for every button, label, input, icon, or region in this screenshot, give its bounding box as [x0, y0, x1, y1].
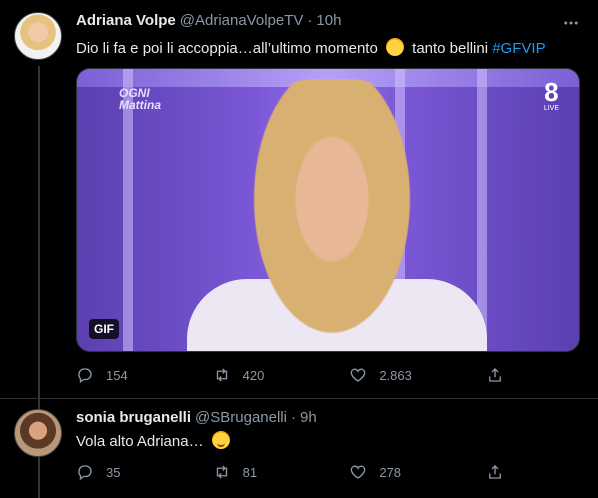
tweet[interactable]: sonia bruganelli @SBruganelli · 9h Vola …: [0, 398, 598, 498]
tweet-gif-media[interactable]: OGNI Mattina 8 LIVE GIF: [76, 68, 580, 352]
separator-dot: ·: [290, 409, 296, 426]
like-count: 2.863: [379, 367, 412, 383]
tweet[interactable]: Adriana Volpe @AdrianaVolpeTV · 10h Dio …: [0, 0, 598, 398]
retweet-icon: [216, 465, 227, 479]
gif-badge: GIF: [89, 319, 119, 339]
media-figure: [227, 79, 437, 351]
like-button[interactable]: 2.863: [349, 366, 469, 384]
tweet-text-part: tanto bellini: [412, 40, 489, 57]
heart-icon: [350, 368, 366, 382]
tweet-time[interactable]: 9h: [300, 409, 317, 426]
tweet-text-part: Vola alto Adriana…: [76, 433, 204, 450]
tweet-text-part: Dio li fa e poi li accoppia…all’ultimo m…: [76, 40, 378, 57]
retweet-count: 81: [242, 464, 258, 480]
reply-count: 35: [106, 464, 121, 480]
share-button[interactable]: [486, 463, 506, 481]
show-logo: OGNI Mattina: [119, 87, 161, 111]
author-handle[interactable]: @SBruganelli: [195, 409, 287, 426]
tweet-actions: 35 81 278: [76, 463, 506, 481]
tweet-time[interactable]: 10h: [316, 12, 341, 29]
retweet-button[interactable]: 81: [213, 463, 333, 481]
share-icon: [489, 368, 501, 382]
show-logo-line: Mattina: [119, 98, 161, 112]
tweet-text: Dio li fa e poi li accoppia…all’ultimo m…: [76, 38, 546, 57]
reply-button[interactable]: 154: [76, 366, 196, 384]
winking-face-emoji-icon: [211, 431, 230, 449]
share-button[interactable]: [486, 366, 506, 384]
like-button[interactable]: 278: [349, 463, 469, 481]
hashtag-link[interactable]: #GFVIP: [492, 40, 545, 57]
reply-count: 154: [106, 367, 128, 383]
reply-button[interactable]: 35: [76, 463, 196, 481]
separator-dot: ·: [307, 12, 313, 29]
author-name[interactable]: Adriana Volpe: [76, 12, 176, 29]
reply-icon: [78, 465, 92, 481]
reply-icon: [78, 368, 92, 384]
more-icon: [564, 21, 578, 25]
channel-logo: 8 LIVE: [544, 79, 559, 113]
tweet-header: Adriana Volpe @AdrianaVolpeTV · 10h: [76, 12, 341, 29]
like-count: 278: [379, 464, 402, 480]
tweet-text: Vola alto Adriana…: [76, 431, 234, 450]
rolling-on-floor-laughing-emoji-icon: [385, 38, 404, 56]
tweet-header: sonia bruganelli @SBruganelli · 9h: [76, 409, 317, 426]
channel-logo-sub: LIVE: [543, 105, 559, 112]
author-name[interactable]: sonia bruganelli: [76, 409, 191, 426]
retweet-count: 420: [242, 367, 265, 383]
retweet-button[interactable]: 420: [213, 366, 333, 384]
channel-logo-number: 8: [544, 77, 559, 107]
retweet-icon: [216, 368, 227, 382]
share-icon: [489, 465, 501, 479]
avatar[interactable]: [14, 409, 62, 457]
more-options-button[interactable]: [560, 12, 582, 34]
author-handle[interactable]: @AdrianaVolpeTV: [180, 12, 304, 29]
avatar[interactable]: [14, 12, 62, 60]
tweet-actions: 154 420 2.863: [76, 366, 506, 384]
heart-icon: [350, 465, 366, 479]
